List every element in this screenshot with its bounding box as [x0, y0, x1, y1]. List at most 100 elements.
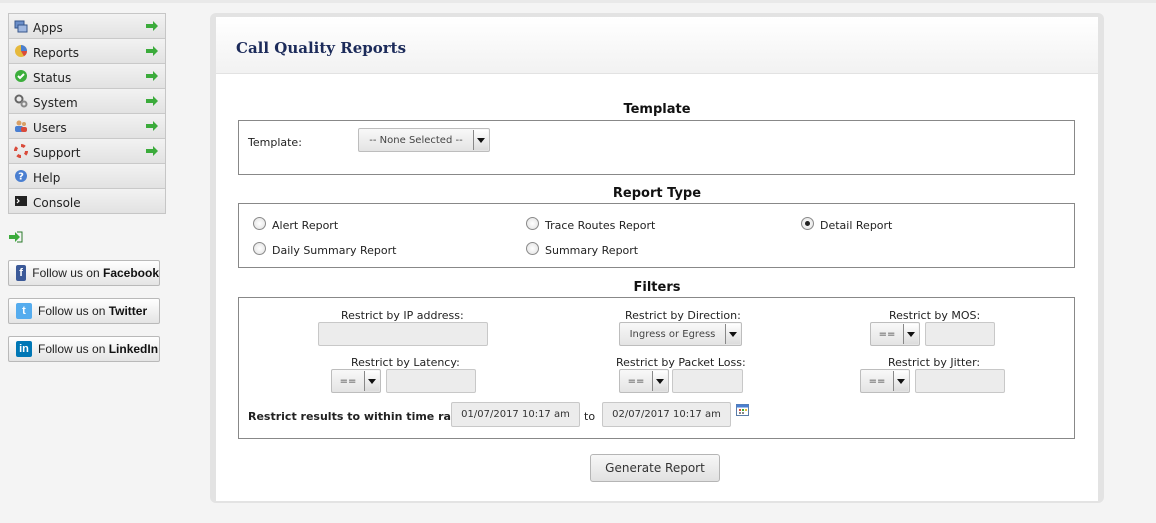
time-from-input[interactable]: [451, 402, 580, 427]
sidebar-item-label: Console: [33, 195, 81, 210]
linkedin-icon: in: [16, 341, 32, 357]
calendar-icon[interactable]: [736, 403, 749, 416]
jitter-label: Restrict by Jitter:: [888, 356, 981, 369]
filters-section-title: Filters: [633, 280, 681, 295]
latency-input[interactable]: [386, 369, 476, 393]
users-icon: [14, 119, 28, 133]
sidebar-item-support[interactable]: Support: [9, 139, 165, 164]
filters-box: Restrict by IP address: Restrict by Dire…: [238, 297, 1075, 439]
radio-detail-report[interactable]: [801, 217, 814, 230]
status-icon: [14, 69, 28, 83]
template-select[interactable]: -- None Selected --: [358, 128, 490, 152]
apps-icon: [14, 19, 28, 33]
summary-report-label: Summary Report: [545, 244, 639, 257]
dropdown-arrow-icon: [725, 324, 740, 344]
arrow-right-icon: [146, 146, 158, 156]
packet-loss-operator-select[interactable]: ==: [619, 369, 669, 393]
mos-input[interactable]: [925, 322, 995, 346]
sidebar-item-apps[interactable]: Apps: [9, 14, 165, 39]
twitter-icon: t: [16, 303, 32, 319]
svg-text:?: ?: [18, 172, 24, 183]
sidebar-item-label: Status: [33, 70, 72, 85]
direction-label: Restrict by Direction:: [625, 309, 741, 322]
detail-report-label: Detail Report: [820, 219, 893, 232]
generate-report-button[interactable]: Generate Report: [590, 454, 720, 482]
latency-label: Restrict by Latency:: [351, 356, 460, 369]
sidebar-item-label: Support: [33, 145, 81, 160]
support-icon: [14, 144, 28, 158]
follow-prefix: Follow us on: [38, 304, 109, 318]
to-label: to: [584, 410, 596, 423]
direction-select-value: Ingress or Egress: [629, 328, 716, 340]
alert-report-label: Alert Report: [272, 219, 339, 232]
logout-icon[interactable]: [9, 231, 23, 243]
sidebar-item-label: Apps: [33, 20, 63, 35]
arrow-right-icon: [146, 96, 158, 106]
sidebar-nav: Apps Reports Status System Users Support: [8, 13, 166, 214]
facebook-icon: f: [16, 265, 27, 281]
console-icon: [14, 194, 28, 208]
template-select-value: -- None Selected --: [369, 134, 463, 146]
ip-address-label: Restrict by IP address:: [341, 309, 464, 322]
arrow-right-icon: [146, 46, 158, 56]
time-to-input[interactable]: [602, 402, 731, 427]
follow-prefix: Follow us on: [38, 342, 109, 356]
panel-header: Call Quality Reports: [216, 17, 1098, 74]
dropdown-arrow-icon: [903, 324, 918, 344]
ip-address-input[interactable]: [318, 322, 488, 346]
reports-icon: [14, 44, 28, 58]
template-label: Template:: [248, 136, 302, 149]
template-box: Template: -- None Selected --: [238, 120, 1075, 175]
arrow-right-icon: [146, 21, 158, 31]
mos-operator-select[interactable]: ==: [870, 322, 920, 346]
sidebar-item-reports[interactable]: Reports: [9, 39, 165, 64]
radio-summary-report[interactable]: [526, 242, 539, 255]
latency-operator-select[interactable]: ==: [331, 369, 381, 393]
help-icon: ?: [14, 169, 28, 183]
dropdown-arrow-icon: [652, 371, 667, 391]
packet-loss-label: Restrict by Packet Loss:: [616, 356, 746, 369]
radio-trace-routes-report[interactable]: [526, 217, 539, 230]
sidebar-item-console[interactable]: Console: [9, 189, 165, 213]
radio-daily-summary-report[interactable]: [253, 242, 266, 255]
arrow-right-icon: [146, 71, 158, 81]
sidebar-item-help[interactable]: ? Help: [9, 164, 165, 189]
packet-loss-input[interactable]: [672, 369, 743, 393]
mos-label: Restrict by MOS:: [889, 309, 981, 322]
direction-select[interactable]: Ingress or Egress: [619, 322, 742, 346]
jitter-input[interactable]: [915, 369, 1005, 393]
main-panel: Call Quality Reports Template Template: …: [210, 13, 1104, 503]
linkedin-brand: LinkedIn: [108, 342, 159, 356]
sidebar-item-users[interactable]: Users: [9, 114, 165, 139]
mos-operator-value: ==: [878, 328, 896, 340]
template-section-title: Template: [623, 102, 691, 117]
time-range-label: Restrict results to within time range:: [248, 410, 479, 423]
arrow-right-icon: [146, 121, 158, 131]
jitter-operator-select[interactable]: ==: [860, 369, 910, 393]
latency-operator-value: ==: [339, 375, 357, 387]
sidebar-item-system[interactable]: System: [9, 89, 165, 114]
sidebar-item-label: Help: [33, 170, 61, 185]
trace-routes-report-label: Trace Routes Report: [545, 219, 656, 232]
jitter-operator-value: ==: [868, 375, 886, 387]
radio-alert-report[interactable]: [253, 217, 266, 230]
dropdown-arrow-icon: [473, 130, 488, 150]
sidebar-item-label: Reports: [33, 45, 80, 60]
follow-twitter-button[interactable]: t Follow us on Twitter: [8, 298, 160, 324]
facebook-brand: Facebook: [102, 266, 159, 280]
follow-facebook-button[interactable]: f Follow us on Facebook: [8, 260, 160, 286]
sidebar-item-label: System: [33, 95, 78, 110]
system-icon: [14, 94, 28, 108]
follow-prefix: Follow us on: [32, 266, 103, 280]
dropdown-arrow-icon: [893, 371, 908, 391]
follow-linkedin-button[interactable]: in Follow us on LinkedIn: [8, 336, 160, 362]
sidebar-item-status[interactable]: Status: [9, 64, 165, 89]
top-border: [0, 0, 1156, 3]
twitter-brand: Twitter: [108, 304, 148, 318]
panel-content: Call Quality Reports Template Template: …: [216, 17, 1098, 501]
daily-summary-report-label: Daily Summary Report: [272, 244, 397, 257]
packet-loss-operator-value: ==: [627, 375, 645, 387]
report-type-box: Alert Report Trace Routes Report Detail …: [238, 203, 1075, 268]
dropdown-arrow-icon: [364, 371, 379, 391]
sidebar-item-label: Users: [33, 120, 67, 135]
